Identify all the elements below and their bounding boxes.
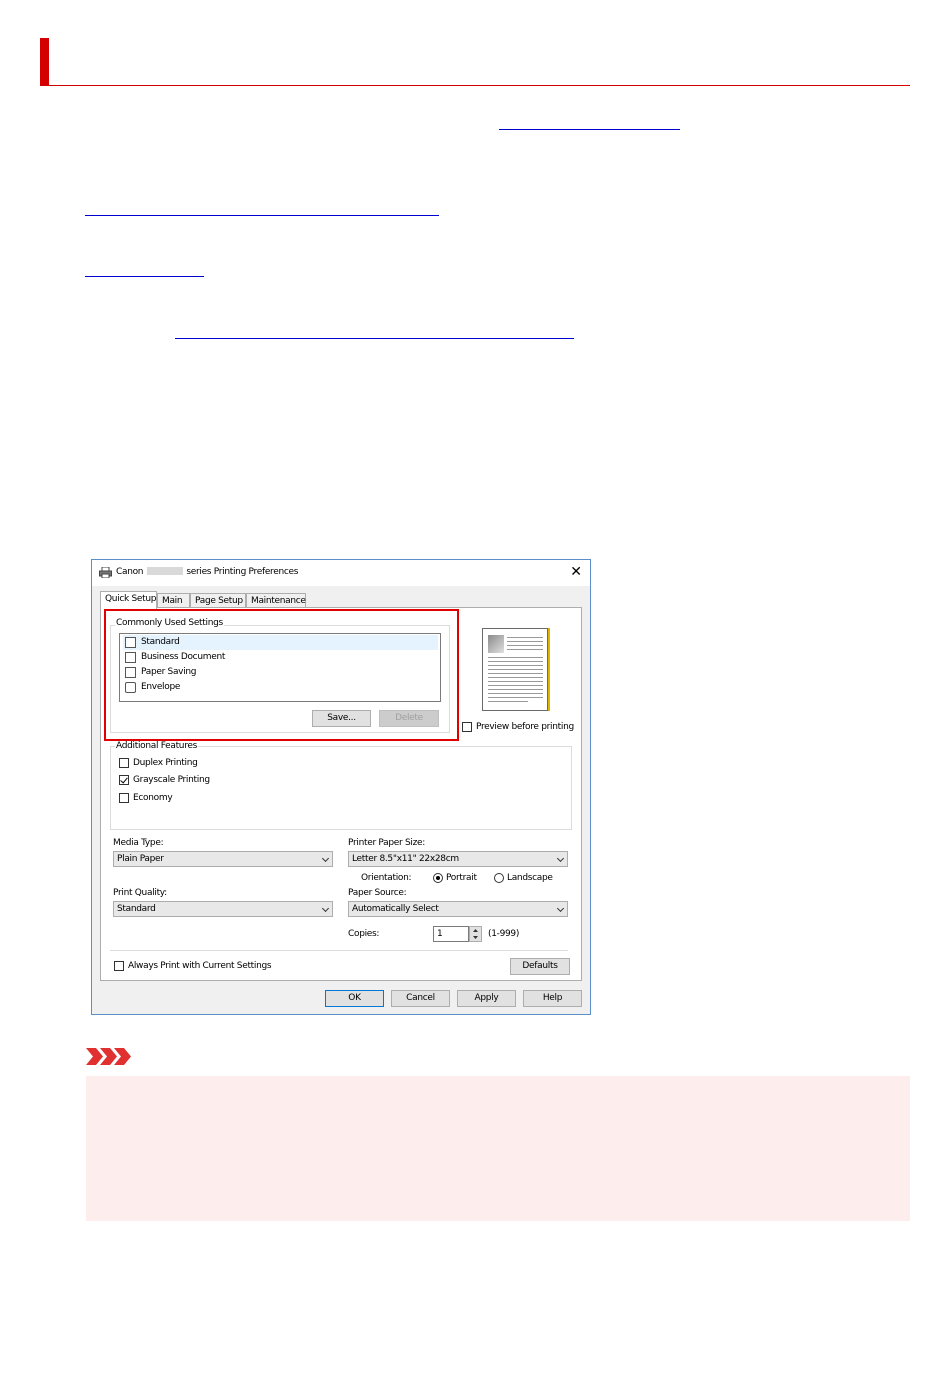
separator — [110, 950, 568, 951]
preview-line — [488, 677, 543, 678]
preview-line — [507, 637, 543, 638]
preview-line — [488, 661, 543, 662]
dialog-titlebar: Canon series Printing Preferences ✕ — [92, 560, 590, 586]
preview-line — [488, 673, 543, 674]
title-suffix: series Printing Preferences — [186, 567, 299, 577]
close-icon[interactable]: ✕ — [570, 564, 582, 580]
tab-quick-setup[interactable]: Quick Setup — [100, 591, 157, 609]
chevron-down-icon — [556, 854, 565, 863]
chevron-down-icon — [321, 904, 330, 913]
print-quality-value: Standard — [117, 904, 156, 914]
always-print-label: Always Print with Current Settings — [128, 961, 272, 971]
apply-button[interactable]: Apply — [457, 990, 516, 1007]
tab-main[interactable]: Main — [157, 593, 190, 608]
spin-arrows-icon — [473, 929, 478, 939]
copies-input[interactable]: 1 — [433, 926, 469, 942]
chevron-down-icon — [556, 904, 565, 913]
paper-size-value: Letter 8.5"x11" 22x28cm — [352, 854, 459, 864]
cancel-button[interactable]: Cancel — [391, 990, 450, 1007]
preview-line — [488, 689, 543, 690]
printing-preferences-dialog: Canon series Printing Preferences ✕ Quic… — [91, 559, 591, 1015]
important-chevrons-icon — [86, 1048, 131, 1065]
paper-size-select[interactable]: Letter 8.5"x11" 22x28cm — [348, 851, 568, 867]
dialog-title: Canon series Printing Preferences — [116, 567, 298, 577]
print-quality-label: Print Quality: — [113, 888, 167, 898]
print-quality-select[interactable]: Standard — [113, 901, 333, 917]
duplex-checkbox[interactable] — [119, 758, 129, 768]
always-print-checkbox[interactable] — [114, 961, 124, 971]
printer-icon — [99, 567, 112, 578]
link-line-1[interactable] — [85, 215, 439, 216]
title-brand: Canon — [116, 567, 144, 577]
defaults-button[interactable]: Defaults — [510, 958, 570, 975]
preview-line — [507, 645, 543, 646]
preview-line — [488, 693, 543, 694]
economy-checkbox[interactable] — [119, 793, 129, 803]
preview-line — [488, 669, 543, 670]
preview-line — [488, 657, 543, 658]
paper-source-value: Automatically Select — [352, 904, 439, 914]
preview-line — [507, 641, 543, 642]
help-button[interactable]: Help — [523, 990, 582, 1007]
portrait-radio[interactable] — [433, 873, 443, 883]
grayscale-checkbox[interactable] — [119, 775, 129, 785]
heading-rule — [40, 85, 910, 86]
portrait-label: Portrait — [446, 873, 477, 883]
additional-features-label: Additional Features — [115, 741, 199, 751]
redacted-model — [146, 567, 183, 575]
ok-button[interactable]: OK — [325, 990, 384, 1007]
copies-range: (1-999) — [488, 929, 520, 939]
preview-line — [488, 665, 543, 666]
preview-line — [488, 685, 543, 686]
media-type-value: Plain Paper — [117, 854, 164, 864]
preview-line — [488, 701, 528, 702]
page-preview — [482, 628, 548, 711]
economy-label: Economy — [133, 793, 173, 803]
link-line-3[interactable] — [175, 338, 574, 339]
preview-image-icon — [488, 635, 504, 653]
preview-line — [507, 649, 543, 650]
preview-line — [488, 681, 543, 682]
tab-page-setup[interactable]: Page Setup — [190, 593, 246, 608]
paper-source-select[interactable]: Automatically Select — [348, 901, 568, 917]
landscape-label: Landscape — [507, 873, 553, 883]
grayscale-label: Grayscale Printing — [133, 775, 210, 785]
landscape-radio[interactable] — [494, 873, 504, 883]
media-type-label: Media Type: — [113, 838, 164, 848]
paper-source-label: Paper Source: — [348, 888, 407, 898]
copies-label: Copies: — [348, 929, 380, 939]
important-notice-box — [86, 1076, 910, 1221]
duplex-label: Duplex Printing — [133, 758, 198, 768]
chevron-down-icon — [321, 854, 330, 863]
highlight-frame — [104, 609, 459, 741]
media-type-select[interactable]: Plain Paper — [113, 851, 333, 867]
preview-label: Preview before printing — [476, 722, 574, 732]
orientation-label: Orientation: — [361, 873, 412, 883]
preview-checkbox[interactable] — [462, 722, 472, 732]
inline-link[interactable] — [499, 129, 680, 130]
paper-size-label: Printer Paper Size: — [348, 838, 425, 848]
tab-maintenance[interactable]: Maintenance — [246, 593, 306, 608]
link-line-2[interactable] — [85, 276, 204, 277]
heading-accent-bar — [40, 38, 49, 86]
copies-spinner[interactable] — [469, 926, 482, 942]
preview-line — [488, 697, 543, 698]
